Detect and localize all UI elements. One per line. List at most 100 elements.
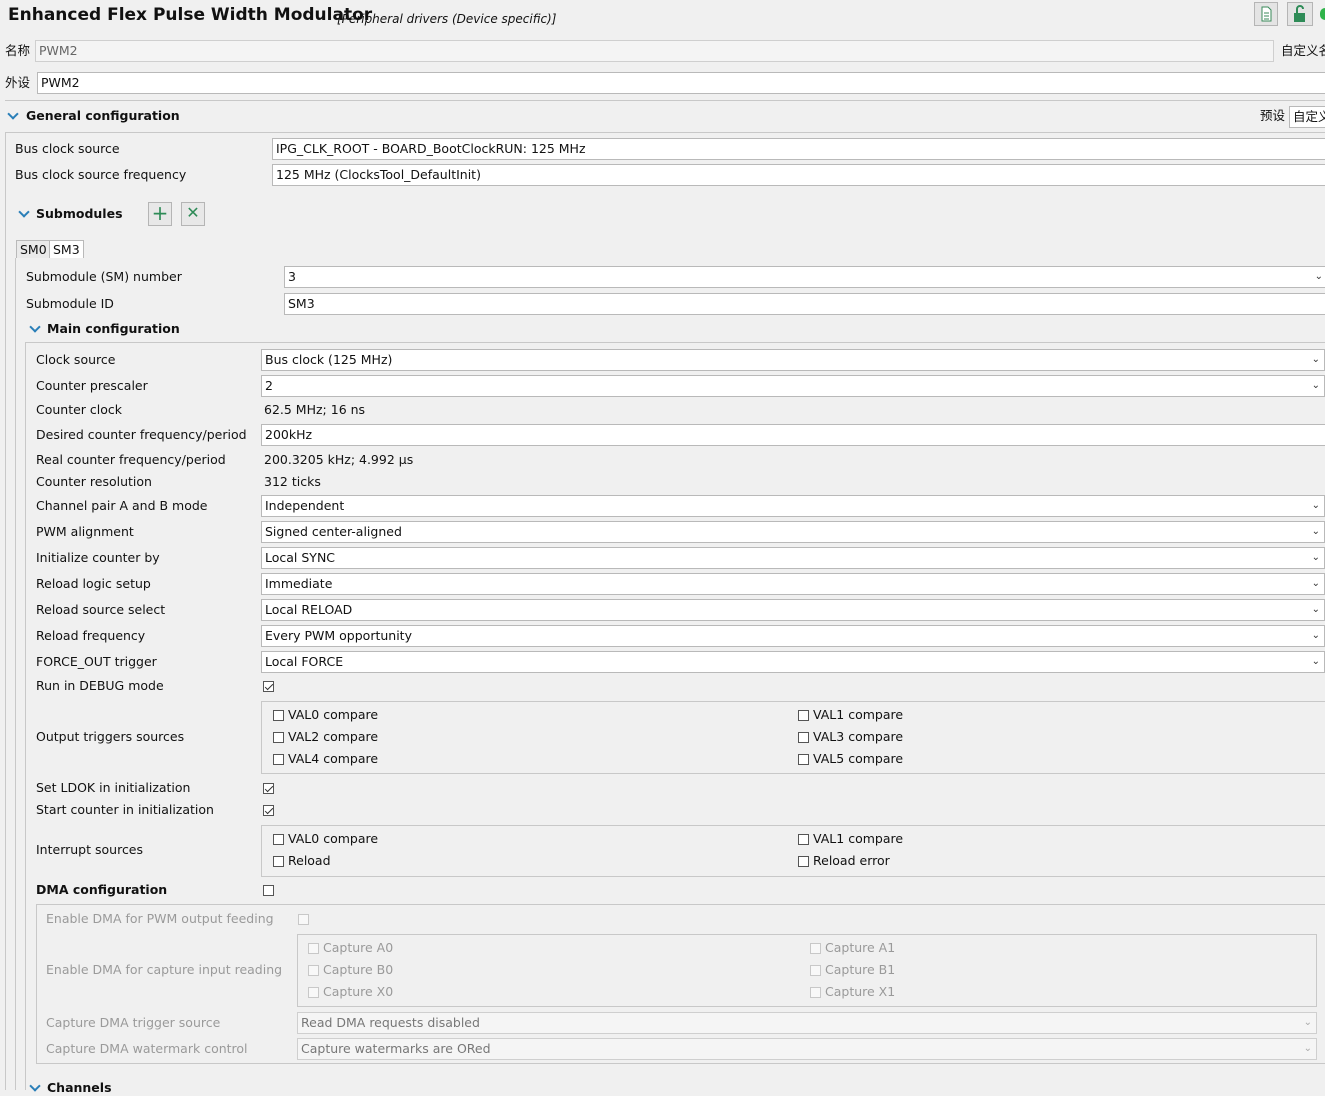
- bus-clock-freq-field[interactable]: 125 MHz (ClocksTool_DefaultInit): [272, 164, 1325, 186]
- capture-a0-label[interactable]: Capture A0: [323, 940, 393, 956]
- add-submodule-button[interactable]: +: [148, 202, 172, 226]
- int-reload-error-label[interactable]: Reload error: [813, 853, 890, 869]
- chevron-down-icon: ⌄: [1303, 1017, 1312, 1028]
- int-reload-label[interactable]: Reload: [288, 853, 331, 869]
- dma-watermark-select[interactable]: Capture watermarks are ORed ⌄: [297, 1038, 1317, 1060]
- force-out-label: FORCE_OUT trigger: [36, 654, 157, 669]
- capture-b1-label[interactable]: Capture B1: [825, 962, 895, 978]
- capture-x1-checkbox[interactable]: [810, 987, 821, 998]
- capture-b0-label[interactable]: Capture B0: [323, 962, 393, 978]
- start-counter-label: Start counter in initialization: [36, 802, 214, 817]
- clock-source-label: Clock source: [36, 352, 116, 367]
- document-icon[interactable]: [1254, 2, 1278, 26]
- real-freq-label: Real counter frequency/period: [36, 452, 226, 467]
- run-debug-label: Run in DEBUG mode: [36, 678, 164, 693]
- x-icon: ✕: [186, 203, 200, 222]
- int-val0-label[interactable]: VAL0 compare: [288, 831, 378, 847]
- capture-x0-label[interactable]: Capture X0: [323, 984, 393, 1000]
- capture-b0-checkbox[interactable]: [308, 965, 319, 976]
- pwm-alignment-select[interactable]: Signed center-aligned ⌄: [261, 521, 1325, 543]
- clock-source-select[interactable]: Bus clock (125 MHz) ⌄: [261, 349, 1325, 371]
- tab-sm3[interactable]: SM3: [49, 240, 84, 259]
- status-dot-icon: [1320, 8, 1325, 20]
- counter-resolution-value: 312 ticks: [264, 474, 321, 489]
- int-reload-checkbox[interactable]: [273, 856, 284, 867]
- main-config-title[interactable]: Main configuration: [47, 321, 180, 337]
- peripheral-field[interactable]: PWM2: [37, 72, 1325, 94]
- dma-trigger-source-select[interactable]: Read DMA requests disabled ⌄: [297, 1012, 1317, 1034]
- chevron-down-icon[interactable]: [7, 108, 19, 120]
- capture-a1-label[interactable]: Capture A1: [825, 940, 895, 956]
- set-ldok-label: Set LDOK in initialization: [36, 780, 191, 795]
- int-val0-checkbox[interactable]: [273, 834, 284, 845]
- chevron-down-icon: ⌄: [1311, 630, 1320, 641]
- val1-compare-checkbox[interactable]: [798, 710, 809, 721]
- interrupt-sources-group: [261, 825, 1325, 877]
- val5-compare-checkbox[interactable]: [798, 754, 809, 765]
- set-ldok-checkbox[interactable]: [263, 783, 274, 794]
- general-config-title[interactable]: General configuration: [26, 108, 180, 124]
- chevron-down-icon: ⌄: [1311, 578, 1320, 589]
- val2-compare-checkbox[interactable]: [273, 732, 284, 743]
- submodules-title[interactable]: Submodules: [36, 206, 123, 222]
- chevron-down-icon: ⌄: [1303, 1043, 1312, 1054]
- dma-config-title: DMA configuration: [36, 882, 168, 897]
- counter-resolution-label: Counter resolution: [36, 474, 152, 489]
- name-field[interactable]: PWM2: [35, 40, 1274, 62]
- capture-x0-checkbox[interactable]: [308, 987, 319, 998]
- preset-select[interactable]: 自定义: [1289, 106, 1325, 128]
- val5-compare-label[interactable]: VAL5 compare: [813, 751, 903, 767]
- int-val1-label[interactable]: VAL1 compare: [813, 831, 903, 847]
- sm-id-field[interactable]: SM3: [284, 293, 1325, 315]
- page-title: Enhanced Flex Pulse Width Modulator: [8, 5, 373, 25]
- counter-prescaler-select[interactable]: 2 ⌄: [261, 375, 1325, 397]
- start-counter-checkbox[interactable]: [263, 805, 274, 816]
- val4-compare-checkbox[interactable]: [273, 754, 284, 765]
- counter-prescaler-label: Counter prescaler: [36, 378, 148, 393]
- val0-compare-checkbox[interactable]: [273, 710, 284, 721]
- val2-compare-label[interactable]: VAL2 compare: [288, 729, 378, 745]
- preset-label: 预设: [1260, 108, 1286, 123]
- val3-compare-label[interactable]: VAL3 compare: [813, 729, 903, 745]
- val1-compare-label[interactable]: VAL1 compare: [813, 707, 903, 723]
- chevron-down-icon: ⌄: [1311, 526, 1320, 537]
- dma-watermark-label: Capture DMA watermark control: [46, 1041, 248, 1056]
- pwm-alignment-label: PWM alignment: [36, 524, 134, 539]
- peripheral-label: 外设: [5, 75, 31, 90]
- custom-name-label[interactable]: 自定义名: [1281, 43, 1325, 59]
- reload-source-select[interactable]: Local RELOAD ⌄: [261, 599, 1325, 621]
- dma-output-feeding-checkbox[interactable]: [298, 914, 309, 925]
- reload-frequency-select[interactable]: Every PWM opportunity ⌄: [261, 625, 1325, 647]
- sm-number-label: Submodule (SM) number: [26, 269, 182, 284]
- reload-source-label: Reload source select: [36, 602, 166, 617]
- channel-pair-mode-select[interactable]: Independent ⌄: [261, 495, 1325, 517]
- capture-b1-checkbox[interactable]: [810, 965, 821, 976]
- bus-clock-source-field[interactable]: IPG_CLK_ROOT - BOARD_BootClockRUN: 125 M…: [272, 138, 1325, 160]
- val0-compare-label[interactable]: VAL0 compare: [288, 707, 378, 723]
- dma-config-checkbox[interactable]: [263, 885, 274, 896]
- chevron-down-icon: ⌄: [1311, 656, 1320, 667]
- unlock-icon[interactable]: [1287, 2, 1313, 26]
- tab-sm0[interactable]: SM0: [16, 240, 51, 259]
- run-debug-checkbox[interactable]: [263, 681, 274, 692]
- capture-x1-label[interactable]: Capture X1: [825, 984, 895, 1000]
- int-val1-checkbox[interactable]: [798, 834, 809, 845]
- capture-a1-checkbox[interactable]: [810, 943, 821, 954]
- desired-freq-input[interactable]: 200kHz: [261, 424, 1325, 446]
- chevron-down-icon: ⌄: [1314, 271, 1323, 282]
- force-out-select[interactable]: Local FORCE ⌄: [261, 651, 1325, 673]
- bus-clock-source-label: Bus clock source: [15, 141, 120, 156]
- desired-freq-label: Desired counter frequency/period: [36, 427, 247, 442]
- dma-captures-group: [297, 934, 1317, 1007]
- init-counter-select[interactable]: Local SYNC ⌄: [261, 547, 1325, 569]
- capture-a0-checkbox[interactable]: [308, 943, 319, 954]
- channels-title[interactable]: Channels: [47, 1080, 112, 1096]
- reload-logic-select[interactable]: Immediate ⌄: [261, 573, 1325, 595]
- sm-number-select[interactable]: 3 ⌄: [284, 266, 1325, 288]
- int-reload-error-checkbox[interactable]: [798, 856, 809, 867]
- real-freq-value: 200.3205 kHz; 4.992 µs: [264, 452, 414, 467]
- val4-compare-label[interactable]: VAL4 compare: [288, 751, 378, 767]
- channel-pair-mode-label: Channel pair A and B mode: [36, 498, 208, 513]
- remove-submodule-button[interactable]: ✕: [181, 202, 205, 226]
- val3-compare-checkbox[interactable]: [798, 732, 809, 743]
